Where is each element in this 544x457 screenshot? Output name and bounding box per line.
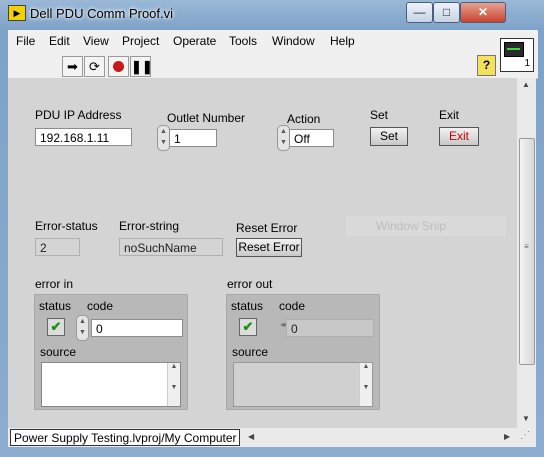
outlet-number-input[interactable]: 1 [169,129,217,147]
error-out-cluster: status code ✔ ◂▸ 0 source ▲ ▼ [226,294,380,410]
error-in-cluster: status code ✔ ▲ ▼ 0 source ▲ ▼ [34,294,188,410]
set-button[interactable]: Set [370,127,408,146]
error-in-code-label: code [87,299,114,313]
error-string-indicator: noSuchName [119,238,223,256]
vertical-scrollbar[interactable]: ▲ ≡ ▼ [517,78,536,428]
error-in-source-label: source [40,345,77,359]
error-in-label: error in [35,277,74,291]
labview-app-icon: ▶ [8,5,26,21]
error-in-source-input[interactable]: ▲ ▼ [41,362,181,407]
error-status-label: Error-status [35,219,98,233]
error-out-source-scrollbar[interactable]: ▲ ▼ [359,363,372,406]
error-status-indicator: 2 [35,238,80,256]
labview-window: ▶ Dell PDU Comm Proof.vi — □ ✕ File Edit… [0,0,544,457]
maximize-button[interactable]: □ [433,2,460,23]
menu-file[interactable]: File [16,34,35,48]
error-out-status-check: ✔ [239,318,257,336]
error-out-label: error out [227,277,273,291]
menu-edit[interactable]: Edit [49,34,70,48]
vi-icon[interactable]: 1 [500,38,534,72]
title-bar[interactable]: ▶ Dell PDU Comm Proof.vi — □ ✕ [0,0,544,27]
project-context-tab[interactable]: Power Supply Testing.lvproj/My Computer [10,429,240,446]
minimize-button[interactable]: — [406,2,433,23]
menu-view[interactable]: View [83,34,109,48]
menu-bar: File Edit View Project Operate Tools Win… [8,30,538,52]
menu-operate[interactable]: Operate [173,34,216,48]
pause-icon[interactable]: ❚❚ [130,56,153,77]
error-out-source-label: source [232,345,269,359]
error-in-status-check[interactable]: ✔ [47,318,65,336]
menu-help[interactable]: Help [330,34,355,48]
reset-error-label: Reset Error [236,221,298,235]
error-out-source-indicator: ▲ ▼ [233,362,373,407]
error-out-status-label: status [231,299,264,313]
front-panel: PDU IP Address 192.168.1.11 Outlet Numbe… [8,78,517,428]
vi-icon-number: 1 [524,58,530,69]
reset-error-button[interactable]: Reset Error [236,238,302,257]
menu-project[interactable]: Project [122,34,159,48]
pdu-ip-input[interactable]: 192.168.1.11 [35,128,132,146]
scroll-left-icon[interactable]: ◀ [248,432,254,441]
exit-button[interactable]: Exit [439,127,479,146]
context-help-icon[interactable]: ? [477,55,496,76]
scroll-right-icon[interactable]: ▶ [504,432,510,441]
action-label: Action [287,112,321,126]
error-in-code-stepper[interactable]: ▲ ▼ [76,315,89,341]
run-arrow-icon[interactable]: ➡ [62,56,83,77]
close-button[interactable]: ✕ [460,2,506,23]
action-input[interactable]: Off [289,129,334,147]
error-out-code-indicator: 0 [286,319,374,337]
error-string-label: Error-string [119,219,180,233]
error-out-code-label: code [279,299,306,313]
scroll-down-icon[interactable]: ▼ [522,414,530,423]
abort-icon[interactable] [108,56,129,77]
exit-label: Exit [439,108,460,122]
vertical-scroll-thumb[interactable]: ≡ [519,138,535,365]
menu-tools[interactable]: Tools [229,34,257,48]
error-in-code-input[interactable]: 0 [91,319,183,337]
run-continuously-icon[interactable]: ⟳ [84,56,105,77]
outlet-number-label: Outlet Number [167,111,246,125]
window-snip-ghost: Window Snip [346,216,506,236]
set-label: Set [370,108,389,122]
pdu-ip-label: PDU IP Address [35,108,122,122]
menu-window[interactable]: Window [272,34,315,48]
error-in-source-scrollbar[interactable]: ▲ ▼ [167,363,180,406]
scroll-up-icon[interactable]: ▲ [522,80,530,89]
error-in-status-label: status [39,299,72,313]
window-title: Dell PDU Comm Proof.vi [30,6,174,21]
resize-grip-icon[interactable]: ⋰ [520,430,534,445]
